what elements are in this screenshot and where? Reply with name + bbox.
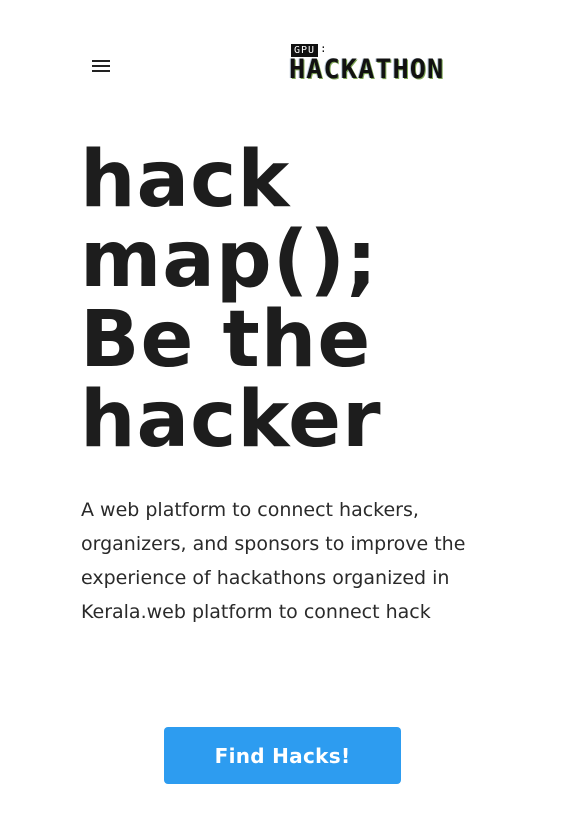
hero-headline: hack map(); Be the hacker xyxy=(80,140,520,460)
headline-line: Be the xyxy=(80,295,372,385)
gpu-hackathon-logo[interactable]: GPU : HACKATHON xyxy=(289,42,481,90)
hamburger-menu-icon[interactable] xyxy=(88,55,114,77)
top-bar: GPU : HACKATHON xyxy=(0,0,568,130)
menu-line xyxy=(92,60,110,62)
hero-description: A web platform to connect hackers, organ… xyxy=(81,499,466,623)
headline-line: hack xyxy=(80,135,291,225)
find-hacks-button[interactable]: Find Hacks! xyxy=(164,727,401,784)
menu-line xyxy=(92,65,110,67)
menu-line xyxy=(92,70,110,72)
logo-wordmark: HACKATHON xyxy=(289,54,445,85)
headline-line: map(); xyxy=(80,215,379,305)
headline-line: hacker xyxy=(80,375,382,465)
